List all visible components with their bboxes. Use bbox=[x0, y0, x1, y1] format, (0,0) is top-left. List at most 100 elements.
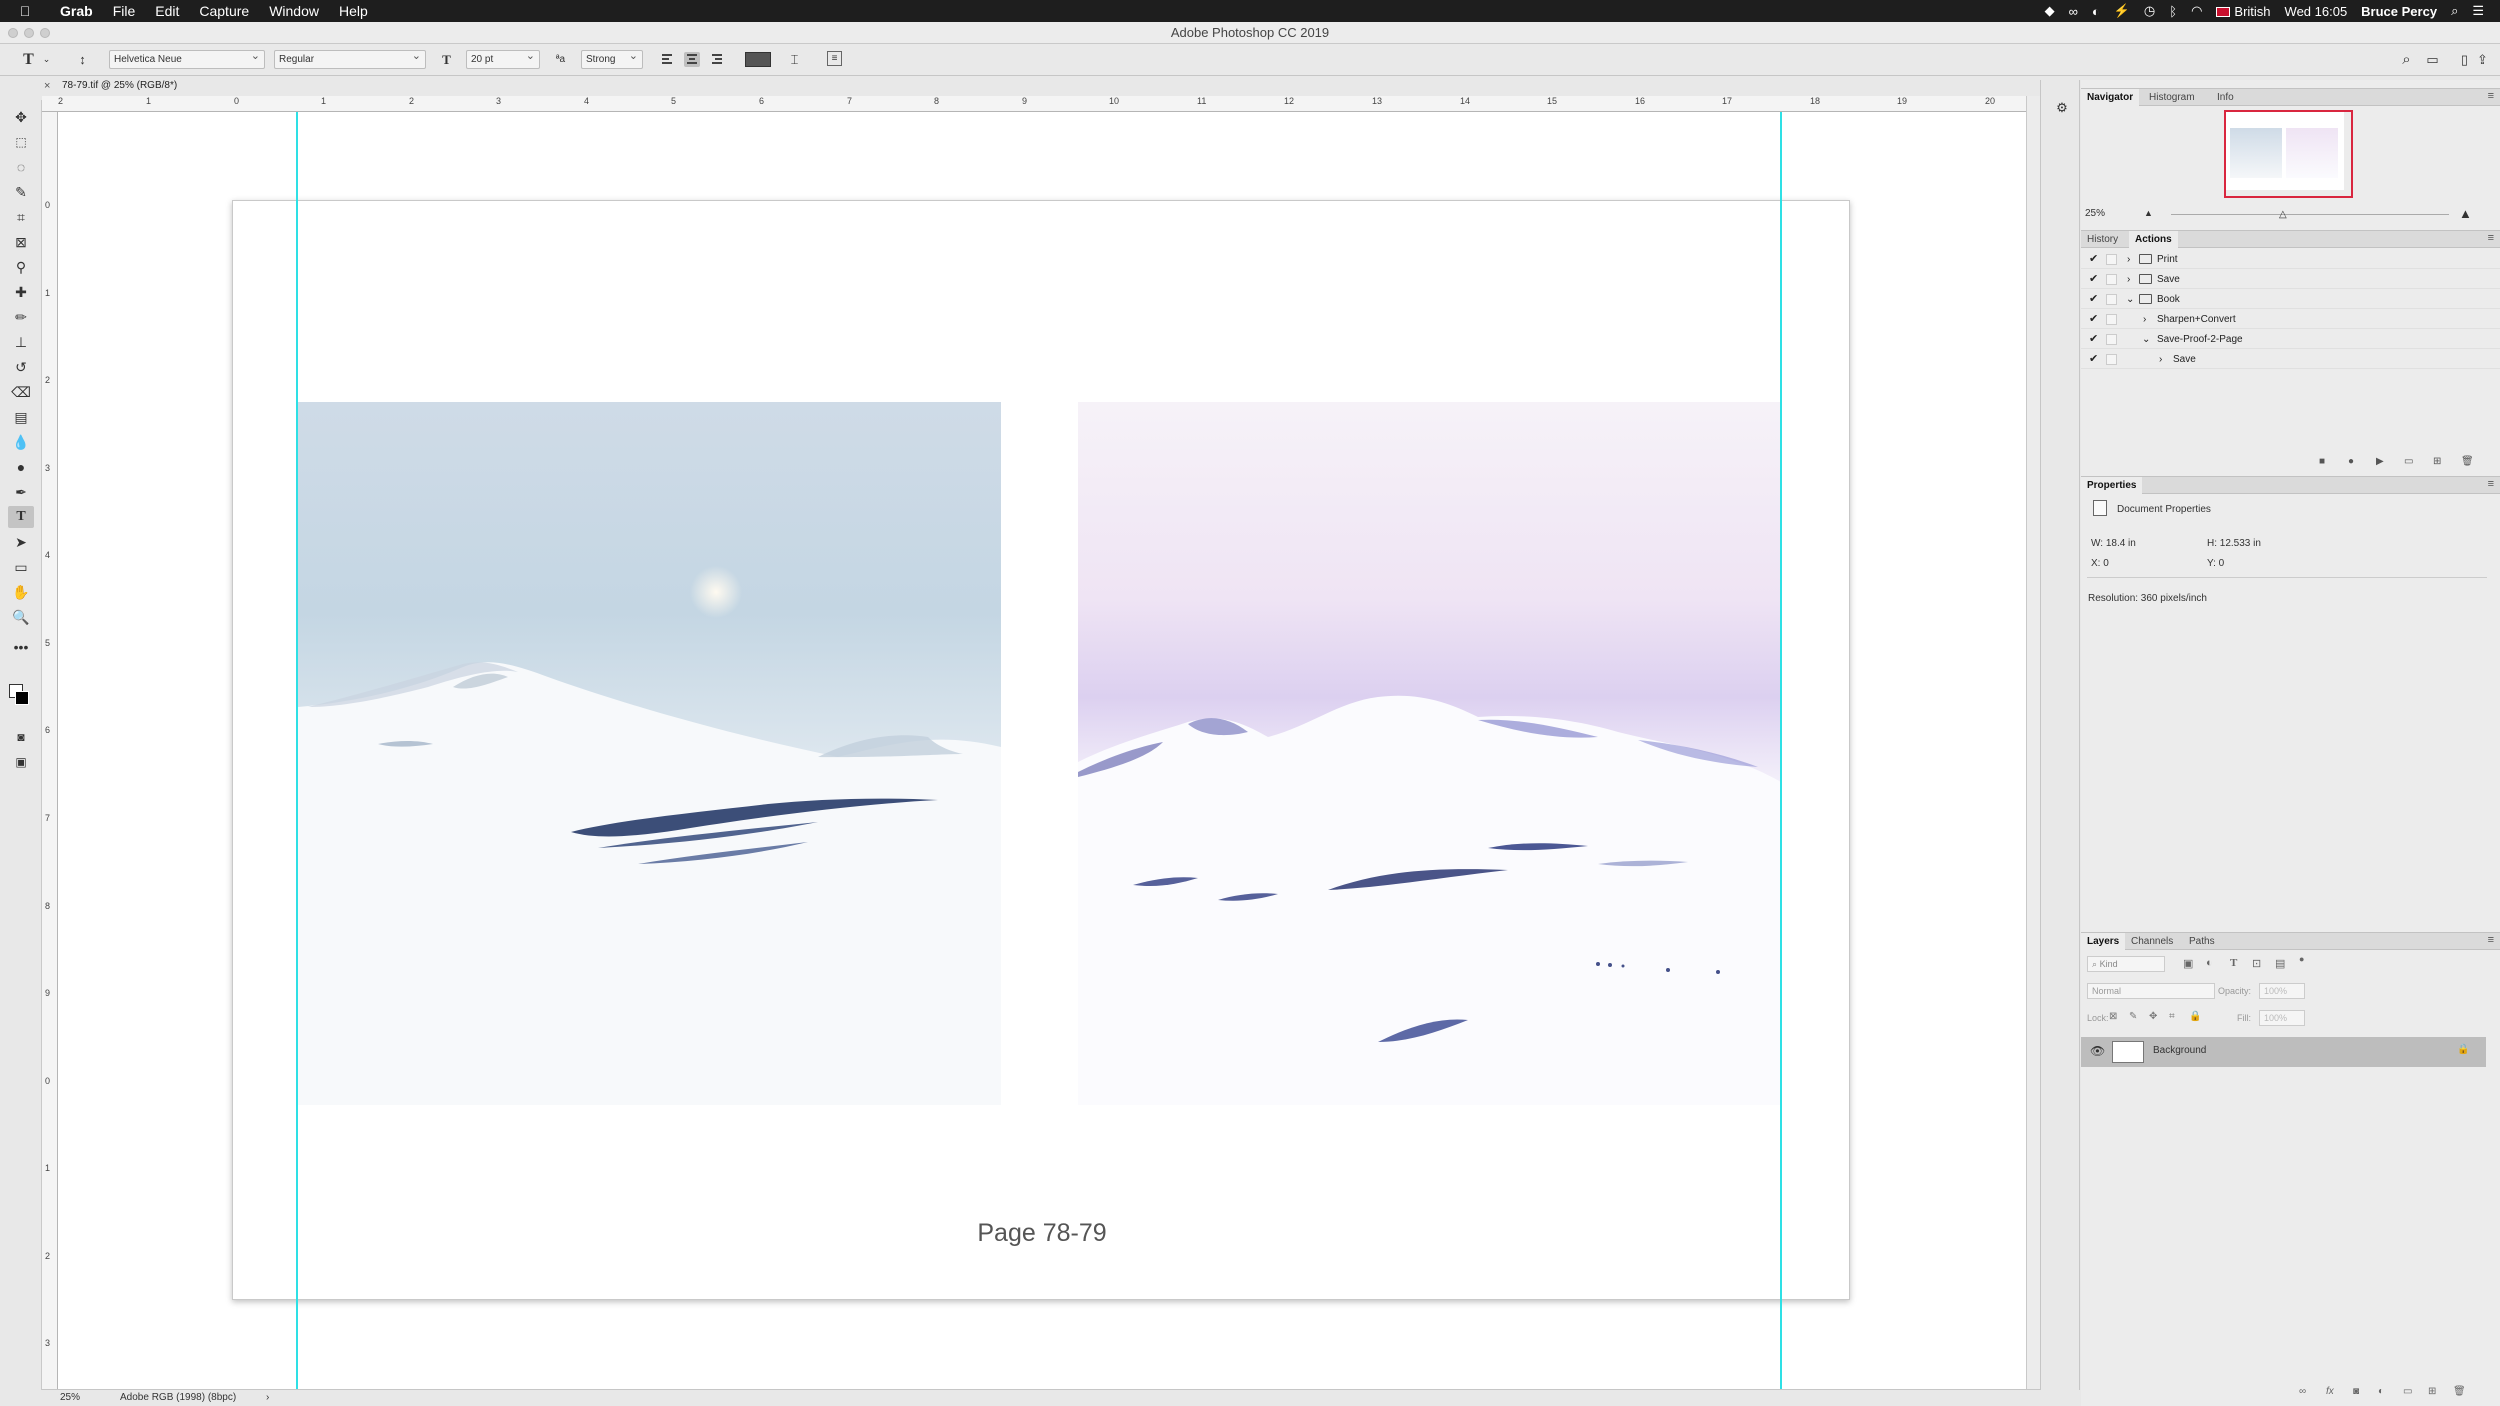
navigator-slider-handle[interactable]: △ bbox=[2279, 209, 2287, 220]
tab-info[interactable]: Info bbox=[2211, 89, 2240, 106]
healing-brush-tool-icon[interactable]: ✚ bbox=[8, 281, 34, 303]
tab-navigator[interactable]: Navigator bbox=[2081, 89, 2140, 106]
marquee-tool-icon[interactable]: ⬚ bbox=[8, 131, 34, 153]
font-family-select[interactable]: Helvetica Neue bbox=[109, 48, 265, 69]
zoom-tool-icon[interactable]: 🔍 bbox=[8, 606, 34, 628]
check-icon[interactable]: ✔ bbox=[2089, 310, 2098, 329]
layer-row-background[interactable]: 👁 Background 🔒 bbox=[2081, 1037, 2486, 1067]
bluetooth-icon[interactable]: ᛒ bbox=[2169, 4, 2177, 19]
input-source[interactable]: British bbox=[2216, 4, 2271, 19]
eye-icon[interactable]: 👁 bbox=[2090, 1044, 2105, 1058]
check-icon[interactable]: ✔ bbox=[2089, 330, 2098, 349]
pen-tool-icon[interactable]: ✒ bbox=[8, 481, 34, 503]
dialog-toggle[interactable] bbox=[2106, 274, 2117, 285]
align-center-button[interactable] bbox=[684, 52, 700, 67]
text-color-swatch[interactable] bbox=[745, 52, 771, 67]
time-machine-icon[interactable]: ◷ bbox=[2144, 3, 2155, 19]
filter-adjustment-icon[interactable]: ◐ bbox=[2206, 957, 2213, 969]
chevron-right-icon[interactable]: › bbox=[2143, 310, 2146, 329]
more-tools-icon[interactable]: ••• bbox=[8, 636, 34, 658]
menu-file[interactable]: File bbox=[103, 3, 146, 19]
adjustment-layer-icon[interactable]: ◐ bbox=[2378, 1386, 2384, 1397]
filter-smart-object-icon[interactable]: ▤ bbox=[2275, 957, 2285, 970]
lock-artboard-icon[interactable]: ⌗ bbox=[2169, 1011, 2175, 1022]
tab-paths[interactable]: Paths bbox=[2183, 933, 2221, 950]
check-icon[interactable]: ✔ bbox=[2089, 270, 2098, 289]
action-row-book[interactable]: ✔ ⌄ Book bbox=[2081, 290, 2500, 309]
chevron-down-icon[interactable]: ⌄ bbox=[2142, 330, 2150, 349]
menu-edit[interactable]: Edit bbox=[145, 3, 189, 19]
clone-stamp-tool-icon[interactable]: ⊥ bbox=[8, 331, 34, 353]
search-icon[interactable]: ⌕ bbox=[2398, 51, 2415, 68]
properties-panel-icon[interactable]: ⚙ bbox=[2052, 100, 2072, 120]
tab-history[interactable]: History bbox=[2081, 231, 2124, 248]
filter-pixel-icon[interactable]: ▣ bbox=[2183, 957, 2193, 970]
menu-window[interactable]: Window bbox=[259, 3, 329, 19]
lock-pixels-icon[interactable]: ✎ bbox=[2129, 1011, 2137, 1022]
tab-layers[interactable]: Layers bbox=[2081, 933, 2126, 950]
prop-width[interactable]: W: 18.4 in bbox=[2091, 538, 2136, 549]
photo-left-snow-landscape[interactable] bbox=[298, 402, 1001, 1105]
brush-tool-icon[interactable]: ✏ bbox=[8, 306, 34, 328]
new-group-icon[interactable]: ▭ bbox=[2403, 1386, 2412, 1397]
fill-input[interactable]: 100% bbox=[2259, 1010, 2305, 1026]
filter-type-icon[interactable]: T bbox=[2230, 957, 2237, 969]
layer-name[interactable]: Background bbox=[2153, 1045, 2206, 1056]
close-tab-icon[interactable]: × bbox=[44, 77, 50, 95]
prop-x[interactable]: X: 0 bbox=[2091, 558, 2109, 569]
quick-mask-icon[interactable]: ◙ bbox=[8, 726, 34, 748]
type-tool-icon[interactable]: T bbox=[8, 506, 34, 528]
bolt-icon[interactable]: ⚡ bbox=[2114, 3, 2130, 19]
link-layers-icon[interactable]: ∞ bbox=[2299, 1386, 2306, 1397]
action-row-sharpen-convert[interactable]: ✔ › Sharpen+Convert bbox=[2081, 310, 2500, 329]
warp-text-icon[interactable]: ⌶ bbox=[786, 51, 803, 68]
guide-line-right[interactable] bbox=[1780, 112, 1782, 1389]
antialias-select[interactable]: Strong bbox=[581, 48, 643, 69]
hand-tool-icon[interactable]: ✋ bbox=[8, 581, 34, 603]
new-action-icon[interactable]: ⊞ bbox=[2433, 456, 2441, 467]
blend-mode-select[interactable]: Normal bbox=[2087, 983, 2215, 999]
lock-all-icon[interactable]: 🔒 bbox=[2189, 1011, 2201, 1022]
menu-help[interactable]: Help bbox=[329, 3, 378, 19]
crop-tool-icon[interactable]: ⌗ bbox=[8, 206, 34, 228]
canvas-vertical-scrollbar[interactable] bbox=[2026, 96, 2040, 1389]
prop-y[interactable]: Y: 0 bbox=[2207, 558, 2224, 569]
action-row-print[interactable]: ✔ › Print bbox=[2081, 250, 2500, 269]
frame-tool-icon[interactable]: ⊠ bbox=[8, 231, 34, 253]
action-row-save-step[interactable]: ✔ › Save bbox=[2081, 350, 2500, 369]
stop-icon[interactable]: ■ bbox=[2319, 456, 2325, 467]
dialog-toggle[interactable] bbox=[2106, 314, 2117, 325]
check-icon[interactable]: ✔ bbox=[2089, 250, 2098, 269]
quick-selection-tool-icon[interactable]: ✎ bbox=[8, 181, 34, 203]
fx-icon[interactable]: fx bbox=[2326, 1386, 2334, 1397]
chevron-right-icon[interactable]: › bbox=[2127, 250, 2130, 269]
gradient-tool-icon[interactable]: ▤ bbox=[8, 406, 34, 428]
panel-menu-icon[interactable]: ≡ bbox=[2488, 90, 2494, 102]
chevron-down-icon[interactable]: ⌄ bbox=[2126, 290, 2134, 309]
prop-height[interactable]: H: 12.533 in bbox=[2207, 538, 2261, 549]
align-left-button[interactable] bbox=[659, 52, 675, 67]
align-right-button[interactable] bbox=[709, 52, 725, 67]
panel-menu-icon[interactable]: ≡ bbox=[2488, 934, 2494, 946]
chevron-right-icon[interactable]: › bbox=[2127, 270, 2130, 289]
font-size-select[interactable]: 20 pt bbox=[466, 48, 540, 69]
foreground-color-swatch[interactable] bbox=[15, 691, 29, 705]
chevron-right-icon[interactable]: › bbox=[2159, 350, 2162, 369]
path-selection-tool-icon[interactable]: ➤ bbox=[8, 531, 34, 553]
dialog-toggle[interactable] bbox=[2106, 254, 2117, 265]
panel-menu-icon[interactable]: ≡ bbox=[2488, 478, 2494, 490]
lock-transparent-icon[interactable]: ⊠ bbox=[2109, 1011, 2117, 1022]
creative-cloud-icon[interactable]: ∞ bbox=[2069, 4, 2078, 19]
dodge-tool-icon[interactable]: ● bbox=[8, 456, 34, 478]
page-caption[interactable]: Page 78-79 bbox=[58, 1219, 2026, 1248]
filter-shape-icon[interactable]: ⊡ bbox=[2252, 957, 2261, 970]
rectangle-tool-icon[interactable]: ▭ bbox=[8, 556, 34, 578]
close-window-button[interactable] bbox=[8, 28, 18, 38]
menu-app-name[interactable]: Grab bbox=[50, 3, 103, 19]
move-tool-icon[interactable]: ✥ bbox=[8, 106, 34, 128]
navigator-view-box[interactable] bbox=[2224, 110, 2353, 198]
preset-chevron-icon[interactable]: ⌄ bbox=[38, 51, 55, 68]
type-tool-preset-icon[interactable]: T bbox=[20, 51, 37, 68]
panel-menu-icon[interactable]: ≡ bbox=[2488, 232, 2494, 244]
action-row-save[interactable]: ✔ › Save bbox=[2081, 270, 2500, 289]
